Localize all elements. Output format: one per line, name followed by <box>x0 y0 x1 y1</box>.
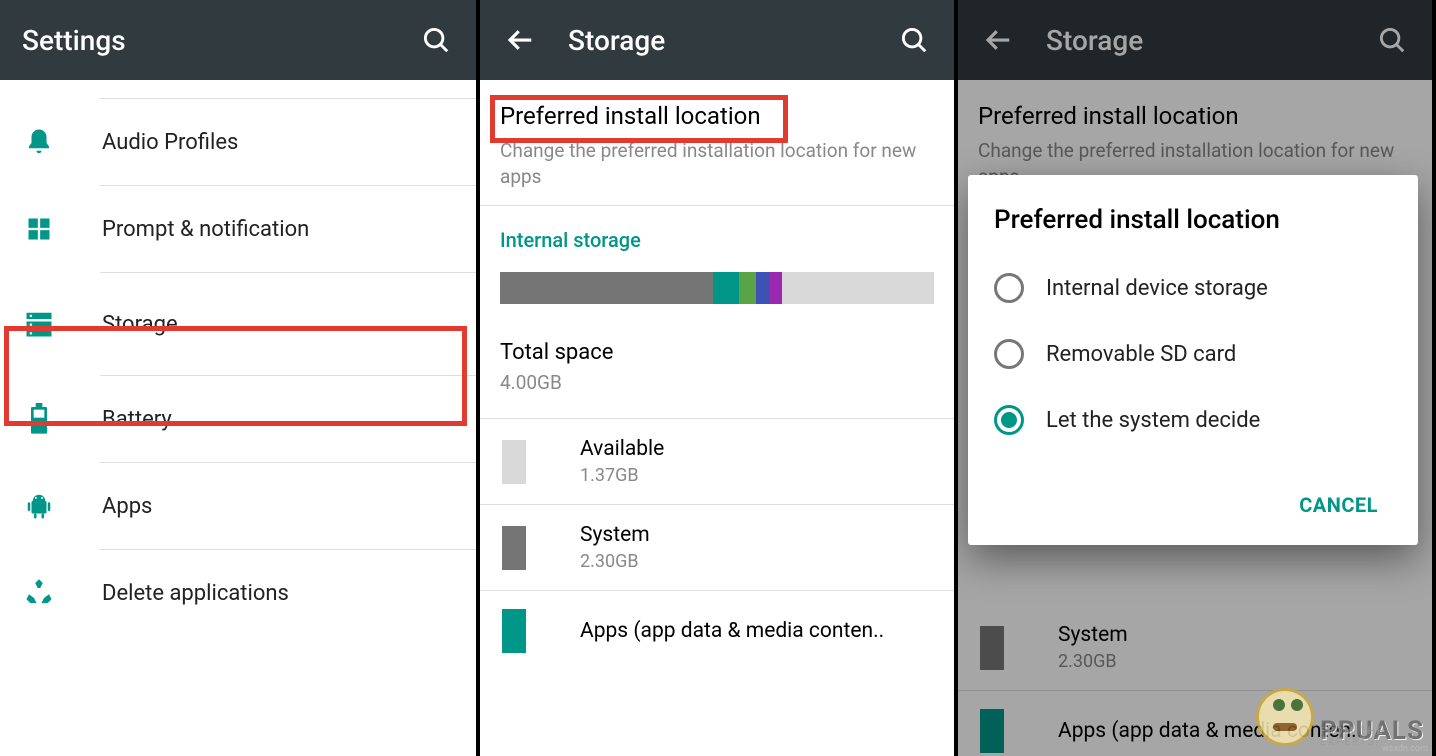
usage-label: System <box>580 523 650 547</box>
radio-option[interactable]: Let the system decide <box>994 387 1392 453</box>
storage-icon <box>22 307 56 341</box>
list-item-prompt-notification[interactable]: Prompt & notification <box>0 186 476 272</box>
usage-row[interactable]: Apps (app data & media conten.. <box>480 591 954 671</box>
list-item-label: Apps <box>102 494 152 519</box>
list-item-storage[interactable]: Storage <box>0 273 476 375</box>
toolbar: Storage <box>480 0 954 80</box>
storage-bar-segment <box>713 272 739 304</box>
watermark-url: wsxdn.com <box>1382 744 1428 754</box>
list-item-apps[interactable]: Apps <box>0 463 476 549</box>
tiles-icon <box>22 212 56 246</box>
search-icon[interactable] <box>418 22 454 58</box>
pref-subtitle: Change the preferred installation locati… <box>500 138 934 189</box>
usage-row[interactable]: Available 1.37GB <box>480 419 954 504</box>
preferred-install-location-item[interactable]: Preferred install location Change the pr… <box>480 80 954 205</box>
list-item-delete-applications[interactable]: Delete applications <box>0 550 476 636</box>
watermark-logo <box>1256 688 1314 746</box>
list-item-label: Delete applications <box>102 581 289 606</box>
list-item-audio-profiles[interactable]: Audio Profiles <box>0 99 476 185</box>
cancel-button[interactable]: CANCEL <box>1285 483 1392 527</box>
list-item-label: Battery <box>102 407 172 432</box>
radio-icon <box>994 405 1024 435</box>
total-label: Total space <box>500 340 934 365</box>
usage-label: Apps (app data & media conten.. <box>580 619 884 643</box>
settings-panel: Settings Audio Profiles Prompt & notific… <box>0 0 480 756</box>
usage-label: Available <box>580 437 664 461</box>
battery-icon <box>22 402 56 436</box>
dialog-title: Preferred install location <box>994 205 1392 235</box>
usage-color-swatch <box>502 609 526 653</box>
storage-bar <box>500 272 934 304</box>
back-icon[interactable] <box>502 22 538 58</box>
watermark-appuals: PPUALS FROM THE EXPERTS! <box>1256 688 1424 746</box>
total-space-item[interactable]: Total space 4.00GB <box>480 304 954 418</box>
radio-option[interactable]: Internal device storage <box>994 255 1392 321</box>
android-icon <box>22 489 56 523</box>
total-value: 4.00GB <box>500 371 934 394</box>
radio-label: Removable SD card <box>1046 342 1236 367</box>
list-item-label: Audio Profiles <box>102 130 238 155</box>
preferred-install-location-dialog: Preferred install location Internal devi… <box>968 175 1418 545</box>
usage-color-swatch <box>502 440 526 484</box>
storage-bar-segment <box>782 272 934 304</box>
usage-color-swatch <box>502 526 526 570</box>
list-item-label: Storage <box>102 312 178 337</box>
page-title: Settings <box>22 24 126 57</box>
storage-panel: Storage Preferred install location Chang… <box>480 0 958 756</box>
radio-icon <box>994 339 1024 369</box>
list-item-battery[interactable]: Battery <box>0 376 476 462</box>
usage-value: 1.37GB <box>580 465 664 486</box>
radio-label: Let the system decide <box>1046 408 1260 433</box>
page-title: Storage <box>568 24 665 57</box>
internal-storage-header: Internal storage <box>480 206 954 272</box>
radio-label: Internal device storage <box>1046 276 1268 301</box>
storage-bar-segment <box>500 272 713 304</box>
radio-icon <box>994 273 1024 303</box>
usage-row[interactable]: System 2.30GB <box>480 505 954 590</box>
radio-option[interactable]: Removable SD card <box>994 321 1392 387</box>
recycle-icon <box>22 576 56 610</box>
settings-list: Audio Profiles Prompt & notification Sto… <box>0 98 476 636</box>
search-icon[interactable] <box>896 22 932 58</box>
storage-bar-segment <box>769 272 782 304</box>
storage-panel-dialog: Storage Preferred install location Chang… <box>958 0 1436 756</box>
bell-icon <box>22 125 56 159</box>
storage-bar-segment <box>756 272 769 304</box>
usage-value: 2.30GB <box>580 551 650 572</box>
storage-bar-segment <box>739 272 756 304</box>
list-item-label: Prompt & notification <box>102 217 309 242</box>
pref-title: Preferred install location <box>500 102 934 130</box>
toolbar: Settings <box>0 0 476 80</box>
